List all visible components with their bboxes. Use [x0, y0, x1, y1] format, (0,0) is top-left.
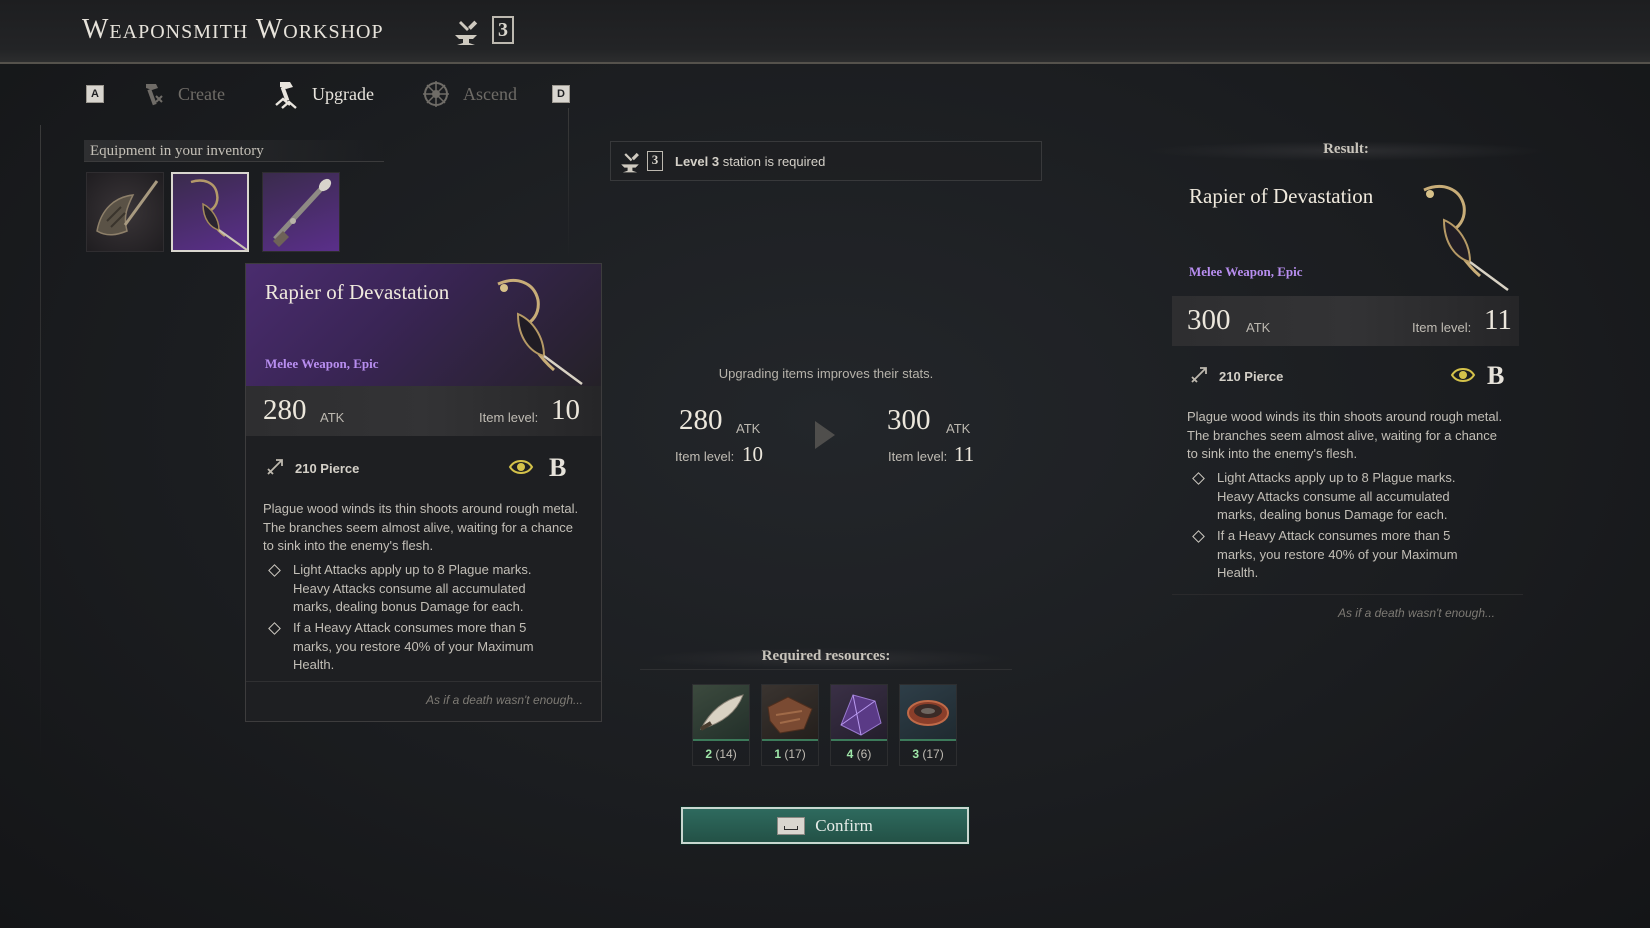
item-perk-2: If a Heavy Attack consumes more than 5 m… [293, 620, 534, 672]
crystal-resource-icon [840, 694, 882, 736]
from-level-label: Item level: [675, 449, 735, 464]
resource-slot-bowl[interactable]: 3 (17) [899, 684, 957, 766]
result-atk-label: ATK [1246, 320, 1271, 335]
item-scaling-grade: B [549, 453, 567, 482]
blunderbuss-weapon-icon [273, 178, 332, 247]
perk-diamond-icon [1192, 472, 1205, 485]
resource-slot-leather[interactable]: 1 (17) [761, 684, 819, 766]
item-atk-value: 280 [263, 394, 307, 426]
from-atk-value: 280 [679, 404, 723, 436]
to-level-label: Item level: [888, 449, 948, 464]
resource-image [900, 685, 956, 741]
tab-divider [568, 108, 569, 258]
result-item-name: Rapier of Devastation [1189, 184, 1374, 208]
result-flavor-text: As if a death wasn't enough... [1337, 606, 1495, 620]
inventory-title: Equipment in your inventory [84, 140, 384, 162]
result-item-card: Rapier of Devastation Melee Weapon, Epic… [1172, 172, 1523, 632]
to-level-value: 11 [954, 442, 975, 466]
inventory-slot-rapier[interactable] [171, 172, 249, 252]
resource-slot-blade[interactable]: 2 (14) [692, 684, 750, 766]
to-atk-label: ATK [946, 421, 971, 436]
result-scaling-grade: B [1487, 361, 1505, 390]
eye-icon[interactable] [508, 457, 534, 477]
item-atk-label: ATK [320, 410, 345, 425]
resource-image [693, 685, 749, 741]
from-level-value: 10 [742, 442, 763, 466]
upgrade-note: Upgrading items improves their stats. [718, 366, 934, 381]
result-description: Plague wood winds its thin shoots around… [1187, 409, 1503, 461]
to-atk-value: 300 [887, 404, 931, 436]
station-level-badge: 3 [647, 151, 663, 171]
perk-diamond-icon [1192, 530, 1205, 543]
inventory-divider [40, 125, 41, 765]
anvil-hammer-icon [621, 152, 639, 173]
requirement-level: Level 3 [675, 154, 720, 169]
tab-ascend[interactable]: Ascend [421, 78, 517, 110]
anvil-hammer-icon [455, 20, 478, 45]
card-divider [1172, 594, 1523, 595]
pierce-damage-icon [1191, 367, 1207, 383]
item-perk-1: Light Attacks apply up to 8 Plague marks… [293, 562, 532, 614]
spacebar-key-icon [777, 816, 806, 835]
arrow-right-icon [815, 421, 835, 449]
resources-title: Required resources: [640, 648, 1012, 670]
result-perk-1: Light Attacks apply up to 8 Plague marks… [1217, 470, 1456, 522]
station-level-badge: 3 [492, 16, 514, 44]
leather-resource-icon [767, 696, 813, 734]
result-atk-value: 300 [1187, 304, 1231, 336]
item-flavor-text: As if a death wasn't enough... [425, 693, 583, 707]
tab-ascend-label: Ascend [463, 83, 517, 104]
requirement-suffix: station is required [719, 154, 826, 169]
station-requirement: 3 Level 3 station is required [610, 141, 1042, 181]
resource-qty: 2 (14) [705, 747, 737, 761]
tab-create-label: Create [178, 83, 225, 104]
bowl-resource-icon [907, 700, 949, 726]
tab-upgrade-label: Upgrade [312, 83, 374, 104]
rapier-illustration [497, 279, 583, 386]
item-level-label: Item level: [479, 410, 539, 425]
result-level-value: 11 [1484, 304, 1512, 336]
rapier-illustration [1423, 185, 1509, 292]
item-name: Rapier of Devastation [265, 280, 450, 304]
next-tab-key[interactable]: D [552, 85, 570, 103]
resource-qty: 3 (17) [912, 747, 944, 761]
item-damage: 210 Pierce [295, 461, 360, 476]
confirm-button[interactable]: Confirm [680, 806, 970, 845]
page-title: Weaponsmith Workshop [82, 14, 384, 45]
rapier-weapon-icon [190, 179, 248, 251]
result-perk-2: If a Heavy Attack consumes more than 5 m… [1217, 528, 1458, 580]
inventory-slot-blunderbuss[interactable] [262, 172, 340, 252]
upgrade-hammer-icon [275, 82, 297, 109]
resource-image [831, 685, 887, 741]
result-level-label: Item level: [1412, 320, 1472, 335]
hammer-icon [146, 84, 163, 106]
perk-diamond-icon [268, 564, 281, 577]
result-damage: 210 Pierce [1219, 369, 1284, 384]
current-item-card: Rapier of Devastation Melee Weapon, Epic… [245, 263, 602, 722]
tab-create[interactable]: Create [140, 78, 225, 110]
eye-icon[interactable] [1450, 365, 1476, 385]
item-category: Melee Weapon, Epic [265, 356, 379, 371]
resource-qty: 1 (17) [774, 747, 806, 761]
prev-tab-key[interactable]: A [86, 85, 104, 103]
resource-qty: 4 (6) [846, 747, 872, 761]
result-title: Result: [1146, 141, 1546, 161]
item-description: Plague wood winds its thin shoots around… [263, 501, 579, 553]
perk-diamond-icon [268, 622, 281, 635]
item-level-value: 10 [551, 394, 580, 426]
result-item-category: Melee Weapon, Epic [1189, 264, 1303, 279]
resource-slot-crystal[interactable]: 4 (6) [830, 684, 888, 766]
card-divider [246, 681, 601, 682]
inventory-slot-axe[interactable] [86, 172, 164, 252]
tab-upgrade[interactable]: Upgrade [272, 78, 374, 110]
confirm-label: Confirm [815, 815, 873, 835]
resource-image [762, 685, 818, 741]
blade-resource-icon [699, 694, 744, 731]
ascend-emblem-icon [423, 81, 449, 107]
pierce-damage-icon [267, 459, 283, 475]
from-atk-label: ATK [736, 421, 761, 436]
axe-weapon-icon [96, 180, 159, 236]
header-bar: Weaponsmith Workshop 3 [0, 0, 1650, 64]
requirement-text: Level 3 station is required [675, 154, 825, 169]
